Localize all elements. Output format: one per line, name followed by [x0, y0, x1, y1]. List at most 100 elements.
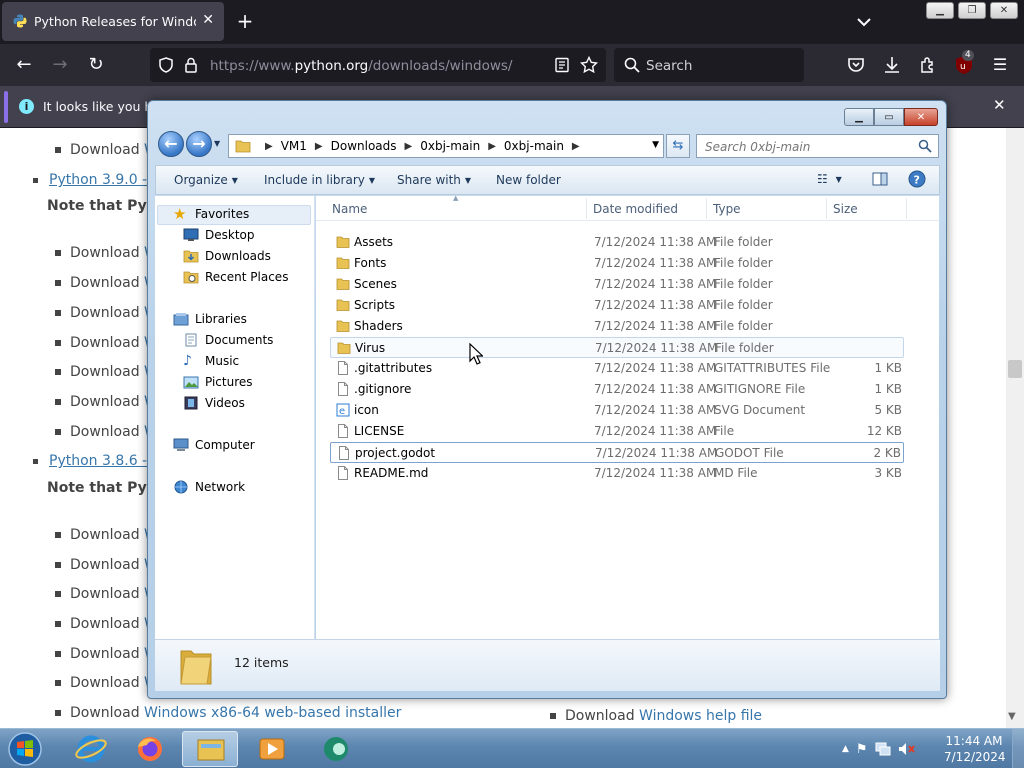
- taskbar-media-player[interactable]: [244, 731, 300, 767]
- recent-pages-chevron-icon[interactable]: ▼: [214, 139, 220, 148]
- change-view-icon[interactable]: ☷ ▼: [817, 172, 842, 186]
- file-row[interactable]: Scenes 7/12/2024 11:38 AM File folder: [330, 274, 904, 295]
- new-folder-button[interactable]: New folder: [496, 173, 561, 187]
- tab-python-releases[interactable]: Python Releases for Windows | Python.org…: [2, 2, 224, 41]
- file-row[interactable]: Scripts 7/12/2024 11:38 AM File folder: [330, 295, 904, 316]
- taskbar-firefox[interactable]: [122, 731, 178, 767]
- column-divider[interactable]: [906, 198, 907, 219]
- nav-computer[interactable]: Computer: [173, 438, 255, 452]
- file-row[interactable]: project.godot 7/12/2024 11:38 AM GODOT Fil…: [330, 442, 904, 463]
- file-row[interactable]: LICENSE 7/12/2024 11:38 AM File 12 KB: [330, 421, 904, 442]
- explorer-forward-icon[interactable]: →: [186, 131, 212, 157]
- breadcrumb-separator-icon[interactable]: ▶: [405, 141, 413, 152]
- breadcrumb-item-0xbj-main[interactable]: 0xbj-main: [420, 139, 480, 153]
- share-with-button[interactable]: Share with ▼: [397, 173, 471, 187]
- nav-music[interactable]: ♪ Music: [183, 354, 239, 368]
- nav-favorites[interactable]: ★ Favorites: [173, 207, 249, 222]
- action-center-flag-icon[interactable]: ⚑: [856, 742, 868, 757]
- page-scrollbar-thumb[interactable]: [1008, 360, 1022, 378]
- taskbar-internet-explorer[interactable]: [63, 731, 119, 767]
- pocket-icon[interactable]: [846, 55, 866, 75]
- nav-downloads[interactable]: Downloads: [183, 249, 271, 263]
- show-desktop-button[interactable]: [1012, 729, 1024, 768]
- explorer-back-icon[interactable]: ←: [158, 131, 184, 157]
- column-header-name[interactable]: Name: [332, 202, 367, 216]
- tab-close-icon[interactable]: ✕: [202, 12, 214, 28]
- nav-network[interactable]: Network: [173, 480, 245, 494]
- start-button-icon[interactable]: [6, 731, 44, 767]
- explorer-maximize-button[interactable]: ▭: [874, 108, 904, 126]
- explorer-close-button[interactable]: ✕: [904, 108, 938, 126]
- bookmark-star-icon[interactable]: [580, 56, 598, 74]
- url-text[interactable]: https://www.python.org/downloads/windows…: [210, 58, 512, 74]
- file-row[interactable]: e icon 7/12/2024 11:38 AM SVG Document 5 KB: [330, 400, 904, 421]
- file-row[interactable]: .gitattributes 7/12/2024 11:38 AM GITATTRI…: [330, 358, 904, 379]
- forward-arrow-icon[interactable]: →: [48, 53, 72, 77]
- network-tray-icon[interactable]: [875, 742, 891, 756]
- explorer-minimize-button[interactable]: ▁: [844, 108, 874, 126]
- column-header-type[interactable]: Type: [713, 202, 741, 216]
- volume-muted-icon[interactable]: [898, 742, 916, 756]
- column-header-size[interactable]: Size: [833, 202, 858, 216]
- breadcrumb-item-0xbj-main-current[interactable]: 0xbj-main: [504, 139, 564, 153]
- lock-icon[interactable]: [184, 57, 198, 73]
- nav-pictures[interactable]: Pictures: [183, 375, 253, 389]
- minimize-button[interactable]: ▁: [926, 2, 954, 19]
- url-bar[interactable]: https://www.python.org/downloads/windows…: [150, 48, 606, 82]
- download-web-installer-link[interactable]: Windows x86-64 web-based installer: [144, 705, 401, 721]
- file-row[interactable]: Fonts 7/12/2024 11:38 AM File folder: [330, 253, 904, 274]
- downloads-icon[interactable]: [882, 55, 902, 75]
- include-in-library-button[interactable]: Include in library ▼: [264, 173, 375, 187]
- back-arrow-icon[interactable]: ←: [12, 53, 36, 77]
- breadcrumb-separator-icon[interactable]: ▶: [488, 141, 496, 152]
- reader-view-icon[interactable]: [554, 57, 570, 73]
- download-help-file-link[interactable]: Windows help file: [639, 708, 762, 724]
- file-row[interactable]: Shaders 7/12/2024 11:38 AM File folder: [330, 316, 904, 337]
- page-scrollbar[interactable]: [1006, 128, 1024, 728]
- scroll-down-arrow-icon[interactable]: ▼: [1008, 711, 1016, 722]
- show-hidden-icons-icon[interactable]: ▲: [842, 744, 849, 754]
- close-button[interactable]: ✕: [990, 2, 1018, 19]
- tracking-shield-icon[interactable]: [158, 57, 174, 73]
- reload-icon[interactable]: ↻: [84, 53, 108, 77]
- nav-documents[interactable]: Documents: [183, 333, 273, 347]
- notification-close-icon[interactable]: ✕: [993, 96, 1006, 114]
- column-header-date[interactable]: Date modified: [593, 202, 678, 216]
- nav-videos[interactable]: Videos: [183, 396, 245, 410]
- taskbar-app[interactable]: [308, 731, 364, 767]
- folder-icon: [336, 256, 350, 270]
- taskbar-windows-explorer[interactable]: [182, 731, 238, 767]
- new-tab-button[interactable]: +: [233, 8, 257, 34]
- organize-button[interactable]: Organize ▼: [174, 173, 238, 187]
- extensions-puzzle-icon[interactable]: [918, 55, 938, 75]
- search-bar[interactable]: Search: [614, 48, 804, 82]
- explorer-search-input[interactable]: Search 0xbj-main: [696, 134, 939, 158]
- breadcrumb-item-vm1[interactable]: VM1: [281, 139, 307, 153]
- file-row[interactable]: .gitignore 7/12/2024 11:38 AM GITIGNORE Fi…: [330, 379, 904, 400]
- refresh-icon[interactable]: ⇆: [666, 134, 690, 158]
- search-icon[interactable]: [918, 139, 932, 153]
- clock[interactable]: 11:44 AM 7/12/2024: [944, 733, 1006, 765]
- column-divider[interactable]: [586, 198, 587, 219]
- breadcrumb-item-downloads[interactable]: Downloads: [331, 139, 397, 153]
- list-all-tabs-chevron-icon[interactable]: [852, 10, 876, 34]
- address-bar[interactable]: ▶ VM1 ▶ Downloads ▶ 0xbj-main ▶ 0xbj-mai…: [228, 134, 664, 158]
- help-icon[interactable]: ?: [908, 170, 926, 191]
- breadcrumb-separator-icon[interactable]: ▶: [572, 141, 580, 152]
- folder-icon: [336, 277, 350, 291]
- file-row[interactable]: Assets 7/12/2024 11:38 AM File folder: [330, 232, 904, 253]
- hamburger-menu-icon[interactable]: ☰: [988, 53, 1012, 77]
- file-row[interactable]: README.md 7/12/2024 11:38 AM MD File 3 KB: [330, 463, 904, 484]
- restore-button[interactable]: ❐: [958, 2, 986, 19]
- column-divider[interactable]: [706, 198, 707, 219]
- address-dropdown-icon[interactable]: ▼: [652, 140, 659, 150]
- file-row[interactable]: Virus 7/12/2024 11:38 AM File folder: [330, 337, 904, 358]
- column-divider[interactable]: [826, 198, 827, 219]
- breadcrumb-separator-icon[interactable]: ▶: [315, 141, 323, 152]
- network-icon: [174, 480, 188, 494]
- nav-recent-places[interactable]: Recent Places: [183, 270, 288, 284]
- nav-libraries[interactable]: Libraries: [173, 312, 247, 326]
- nav-desktop[interactable]: Desktop: [183, 228, 255, 242]
- preview-pane-icon[interactable]: [872, 171, 888, 190]
- file-type: GODOT File: [715, 446, 784, 460]
